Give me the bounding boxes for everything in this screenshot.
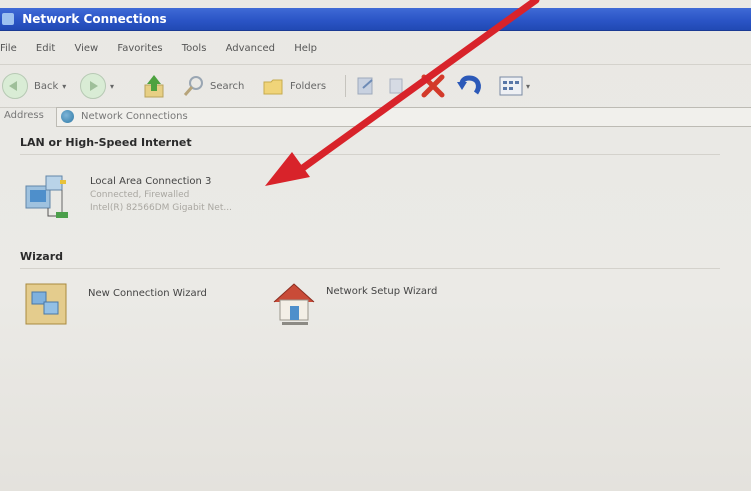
search-label: Search	[210, 80, 245, 92]
folders-icon	[263, 79, 283, 95]
copy-to-icon	[389, 78, 403, 94]
address-field[interactable]: Network Connections	[56, 107, 751, 127]
menu-file[interactable]: File	[0, 43, 17, 54]
back-label: Back	[34, 80, 59, 92]
back-arrow-icon	[2, 73, 28, 99]
move-to-icon	[357, 77, 373, 95]
window-icon	[2, 13, 14, 25]
up-folder-button[interactable]	[142, 73, 166, 99]
group-header-wizard: Wizard	[20, 250, 64, 263]
network-setup-wizard-label: Network Setup Wizard	[326, 286, 438, 297]
folders-label: Folders	[290, 80, 327, 92]
address-bar: Address Network Connections	[0, 106, 751, 127]
move-to-button[interactable]	[354, 73, 378, 99]
network-connections-window: Network Connections File Edit View Favor…	[0, 0, 751, 491]
group-divider	[20, 268, 720, 269]
views-button[interactable]: ▾	[498, 73, 530, 99]
menu-bar: File Edit View Favorites Tools Advanced …	[0, 38, 751, 60]
address-label: Address	[4, 110, 44, 121]
connection-device: Intel(R) 82566DM Gigabit Net...	[90, 203, 232, 213]
address-value: Network Connections	[81, 111, 188, 122]
undo-button[interactable]	[456, 73, 484, 99]
group-header-lan: LAN or High-Speed Internet	[20, 136, 192, 149]
undo-icon	[457, 75, 481, 95]
menu-tools[interactable]: Tools	[182, 43, 207, 54]
search-button[interactable]: Search	[182, 73, 244, 99]
window-title: Network Connections	[22, 12, 167, 26]
copy-to-button[interactable]	[386, 73, 406, 99]
folders-button[interactable]: Folders	[262, 73, 326, 99]
group-divider	[20, 154, 720, 155]
back-button[interactable]: Back ▾	[2, 73, 66, 99]
up-folder-icon	[144, 75, 164, 98]
delete-button[interactable]	[420, 73, 446, 99]
forward-button[interactable]: ▾	[80, 73, 114, 99]
forward-arrow-icon	[80, 73, 106, 99]
menu-edit[interactable]: Edit	[36, 43, 55, 54]
menu-help[interactable]: Help	[294, 43, 317, 54]
views-icon	[499, 76, 523, 96]
title-bar[interactable]: Network Connections	[0, 8, 751, 30]
home-network-icon	[273, 283, 315, 325]
connection-name: Local Area Connection 3	[90, 176, 212, 187]
content-pane: LAN or High-Speed Internet Local Area Co…	[0, 128, 751, 491]
back-dropdown-icon[interactable]: ▾	[62, 82, 66, 91]
forward-dropdown-icon[interactable]: ▾	[110, 82, 114, 91]
connection-status: Connected, Firewalled	[90, 190, 190, 200]
network-connections-icon	[61, 110, 74, 123]
toolbar-separator	[345, 75, 346, 97]
views-dropdown-icon[interactable]: ▾	[526, 82, 530, 91]
menu-view[interactable]: View	[74, 43, 98, 54]
toolbar: Back ▾ ▾ Search Folders ▾	[0, 64, 751, 108]
search-icon	[183, 76, 203, 96]
new-connection-wizard-label: New Connection Wizard	[88, 288, 207, 299]
delete-x-icon	[421, 74, 445, 98]
new-connection-wizard-icon	[25, 283, 67, 325]
network-connection-icon	[25, 175, 68, 218]
menu-favorites[interactable]: Favorites	[117, 43, 162, 54]
menu-advanced[interactable]: Advanced	[226, 43, 275, 54]
